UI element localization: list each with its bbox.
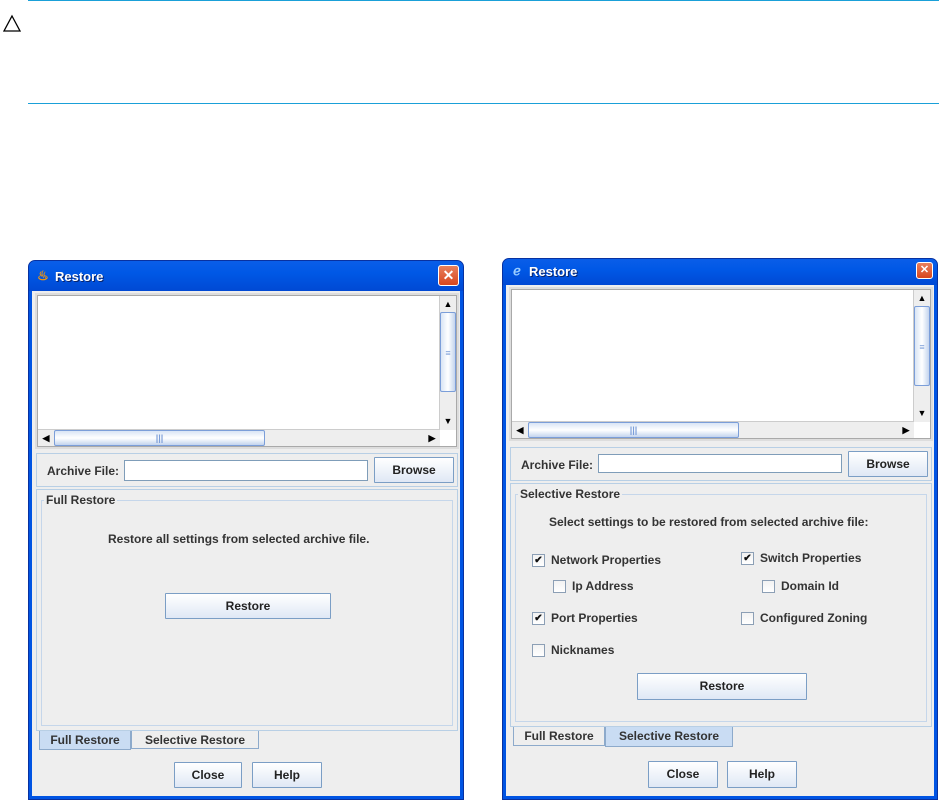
horizontal-scrollbar[interactable]: ◀ ||| ▶ bbox=[512, 421, 914, 438]
dialog-title: Restore bbox=[529, 264, 578, 279]
archive-file-label: Archive File: bbox=[47, 464, 120, 478]
ie-icon: ℯ bbox=[513, 263, 521, 278]
scroll-left-icon[interactable]: ◀ bbox=[38, 430, 54, 446]
nicknames-label: Nicknames bbox=[551, 643, 615, 657]
group-title: Full Restore bbox=[44, 493, 118, 507]
selective-restore-group: Selective Restore Select settings to be … bbox=[515, 487, 927, 722]
archive-file-label: Archive File: bbox=[521, 458, 594, 472]
scroll-right-icon[interactable]: ▶ bbox=[424, 430, 440, 446]
archive-row: Archive File: Browse bbox=[510, 447, 932, 481]
close-button[interactable]: Close bbox=[174, 762, 242, 788]
vertical-scrollbar[interactable]: ▲ ≡ ▼ bbox=[913, 290, 930, 422]
archive-row: Archive File: Browse bbox=[36, 453, 458, 487]
restore-dialog-selective: ℯ Restore ✕ ▲ ≡ ▼ ◀ ||| ▶ Archive File: … bbox=[502, 258, 938, 800]
restore-dialog-full: ♨ Restore ✕ ▲ ≡ ▼ ◀ ||| ▶ Archive File: … bbox=[28, 260, 464, 800]
close-window-button[interactable]: ✕ bbox=[438, 265, 459, 286]
vertical-scroll-thumb[interactable]: ≡ bbox=[914, 306, 930, 386]
archive-file-input[interactable] bbox=[598, 454, 842, 473]
network-properties-label: Network Properties bbox=[551, 553, 662, 567]
configured-zoning-checkbox[interactable] bbox=[741, 612, 754, 625]
close-window-button[interactable]: ✕ bbox=[916, 262, 933, 279]
switch-properties-label: Switch Properties bbox=[760, 551, 862, 565]
vertical-scroll-thumb[interactable]: ≡ bbox=[440, 312, 456, 392]
browse-button[interactable]: Browse bbox=[374, 457, 454, 483]
port-properties-label: Port Properties bbox=[551, 611, 638, 625]
ip-address-checkbox[interactable] bbox=[553, 580, 566, 593]
scroll-left-icon[interactable]: ◀ bbox=[512, 422, 528, 438]
browse-button[interactable]: Browse bbox=[848, 451, 928, 477]
tab-panel-full-restore: Full Restore Restore all settings from s… bbox=[36, 489, 458, 731]
close-button[interactable]: Close bbox=[648, 761, 718, 788]
ip-address-label: Ip Address bbox=[572, 579, 634, 593]
dialog-title: Restore bbox=[55, 269, 104, 284]
tab-full-restore[interactable]: Full Restore bbox=[39, 731, 131, 750]
network-properties-checkbox[interactable]: ✔ bbox=[532, 554, 545, 567]
domain-id-checkbox[interactable] bbox=[762, 580, 775, 593]
bottom-rule bbox=[28, 103, 939, 104]
help-button[interactable]: Help bbox=[252, 762, 322, 788]
tab-panel-selective-restore: Selective Restore Select settings to be … bbox=[510, 483, 932, 727]
scroll-up-icon[interactable]: ▲ bbox=[440, 296, 456, 312]
restore-button[interactable]: Restore bbox=[165, 593, 331, 619]
scroll-up-icon[interactable]: ▲ bbox=[914, 290, 930, 306]
nicknames-checkbox[interactable] bbox=[532, 644, 545, 657]
top-rule bbox=[28, 0, 939, 1]
tab-selective-restore[interactable]: Selective Restore bbox=[605, 727, 733, 747]
horizontal-scroll-thumb[interactable]: ||| bbox=[54, 430, 265, 446]
log-text-area[interactable]: ▲ ≡ ▼ ◀ ||| ▶ bbox=[511, 289, 931, 439]
horizontal-scrollbar[interactable]: ◀ ||| ▶ bbox=[38, 429, 440, 446]
tab-selective-restore[interactable]: Selective Restore bbox=[131, 731, 259, 749]
scroll-right-icon[interactable]: ▶ bbox=[898, 422, 914, 438]
switch-properties-checkbox[interactable]: ✔ bbox=[741, 552, 754, 565]
horizontal-scroll-thumb[interactable]: ||| bbox=[528, 422, 739, 438]
warning-triangle-icon bbox=[2, 14, 22, 32]
title-bar[interactable]: ♨ Restore ✕ bbox=[29, 261, 463, 291]
help-button[interactable]: Help bbox=[727, 761, 797, 788]
java-cup-icon: ♨ bbox=[37, 268, 49, 283]
tab-full-restore[interactable]: Full Restore bbox=[513, 727, 605, 746]
vertical-scrollbar[interactable]: ▲ ≡ ▼ bbox=[439, 296, 456, 430]
title-bar[interactable]: ℯ Restore ✕ bbox=[503, 259, 937, 285]
domain-id-label: Domain Id bbox=[781, 579, 840, 593]
full-restore-group: Full Restore Restore all settings from s… bbox=[41, 493, 453, 726]
scroll-down-icon[interactable]: ▼ bbox=[440, 413, 456, 429]
restore-button[interactable]: Restore bbox=[637, 673, 807, 700]
selective-restore-message: Select settings to be restored from sele… bbox=[549, 515, 869, 529]
group-title: Selective Restore bbox=[518, 487, 623, 501]
full-restore-message: Restore all settings from selected archi… bbox=[108, 532, 370, 546]
port-properties-checkbox[interactable]: ✔ bbox=[532, 612, 545, 625]
configured-zoning-label: Configured Zoning bbox=[760, 611, 868, 625]
scroll-down-icon[interactable]: ▼ bbox=[914, 405, 930, 421]
log-text-area[interactable]: ▲ ≡ ▼ ◀ ||| ▶ bbox=[37, 295, 457, 447]
archive-file-input[interactable] bbox=[124, 460, 368, 481]
